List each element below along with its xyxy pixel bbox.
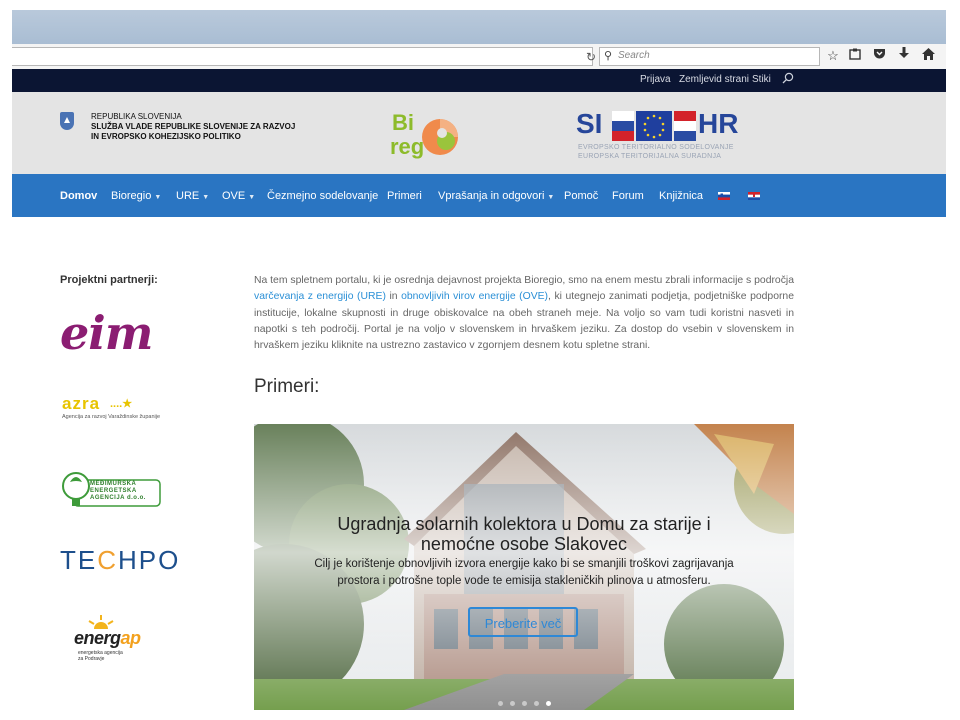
gov-line-2: SLUŽBA VLADE REPUBLIKE SLOVENIJE ZA RAZV… — [91, 122, 296, 131]
intro-text-2: in — [385, 291, 402, 303]
ove-link[interactable]: obnovljivih virov energije (OVE) — [401, 291, 548, 302]
azra-dots: ....★ — [110, 398, 133, 410]
intro-text-1: Na tem spletnem portalu, ki je osrednja … — [254, 275, 794, 286]
nav-label: Čezmejno sodelovanje — [267, 190, 379, 202]
download-icon[interactable] — [895, 47, 913, 65]
star-icon[interactable]: ☆ — [824, 47, 842, 65]
slider-dot[interactable] — [522, 701, 527, 706]
si-hr-programme-logo[interactable]: SI HR EVROPSKO TERITORIALNO SODELOVANJE … — [574, 108, 754, 164]
slovenia-flag-icon[interactable] — [718, 192, 730, 200]
nav-label: Vprašanja in odgovori — [438, 190, 545, 202]
chevron-down-icon: ▼ — [248, 194, 256, 201]
slide-desc-line-1: Cilj je korištenje obnovljivih izvora en… — [314, 558, 734, 570]
chevron-down-icon: ▼ — [154, 194, 162, 201]
browser-search-input[interactable]: ⚲ Search — [599, 47, 820, 66]
nav-item-forum[interactable]: Forum — [612, 190, 644, 202]
gov-line-3: IN EVROPSKO KOHEZIJSKO POLITIKO — [91, 132, 241, 141]
nav-label: Forum — [612, 190, 644, 202]
home-icon[interactable] — [919, 47, 937, 65]
nav-label: Knjižnica — [659, 190, 704, 202]
slide-title-line-1: Ugradnja solarnih kolektora u Domu za st… — [337, 514, 711, 534]
nav-item-knjiznica[interactable]: Knjižnica — [659, 190, 703, 202]
bioregio-bi-text: Bi — [392, 110, 414, 135]
government-logo-text[interactable]: REPUBLIKA SLOVENIJA SLUŽBA VLADE REPUBLI… — [91, 112, 295, 142]
browser-toolbar: ↻ ⚲ Search ☆ — [12, 44, 946, 70]
reload-icon[interactable]: ↻ — [584, 50, 598, 64]
login-link[interactable]: Prijava — [640, 74, 671, 85]
bioregio-logo[interactable]: Bi reg — [390, 108, 462, 162]
search-placeholder: Search — [618, 50, 650, 61]
energap-main-text: energ — [74, 628, 121, 648]
medimurska-logo-text: MEĐIMURSKA ENERGETSKA AGENCIJA d.o.o. — [90, 481, 146, 501]
nav-item-cezmejno-sodelovanje[interactable]: Čezmejno sodelovanje — [267, 190, 378, 202]
partner-logo-azra[interactable]: azra ....★ Agencija za razvoj Varaždinsk… — [60, 394, 164, 428]
section-title-primeri: Primeri: — [254, 376, 320, 397]
croatia-flag-icon[interactable] — [748, 192, 760, 200]
partner-logo-techpo[interactable]: TECHPO — [60, 542, 178, 578]
nav-item-bioregio[interactable]: Bioregio ▼ — [111, 190, 161, 202]
slide-desc-line-2: prostora i potrošne tople vode te emisij… — [337, 575, 711, 587]
chevron-down-icon: ▼ — [547, 194, 555, 201]
contacts-link[interactable]: Stiki — [752, 74, 771, 85]
azra-tagline: Agencija za razvoj Varaždinske županije — [62, 414, 161, 420]
chevron-down-icon: ▼ — [202, 194, 210, 201]
gov-line-1: REPUBLIKA SLOVENIJA — [91, 112, 182, 121]
eim-logo-text: eim — [60, 306, 153, 360]
partner-logo-medimurska[interactable]: MEĐIMURSKA ENERGETSKA AGENCIJA d.o.o. — [60, 466, 162, 508]
nav-item-pomoc[interactable]: Pomoč — [564, 190, 598, 202]
techpo-text-b: HPO — [118, 545, 181, 575]
slovenia-crest-icon — [60, 112, 74, 130]
nav-label: OVE — [222, 190, 246, 202]
sitemap-link[interactable]: Zemljevid strani — [679, 74, 749, 85]
nav-label: Bioregio — [111, 190, 152, 202]
techpo-text-a: TE — [60, 545, 98, 575]
nav-label: Domov — [60, 190, 98, 202]
nav-label: URE — [176, 190, 200, 202]
nav-item-vprasanja[interactable]: Vprašanja in odgovori ▼ — [438, 190, 554, 202]
nav-item-ure[interactable]: URE ▼ — [176, 190, 209, 202]
techpo-text-c: C — [97, 545, 119, 575]
sihr-line-1: EVROPSKO TERITORIALNO SODELOVANJE — [578, 144, 734, 151]
slide-title: Ugradnja solarnih kolektora u Domu za st… — [254, 514, 794, 554]
examples-slider[interactable]: Ugradnja solarnih kolektora u Domu za st… — [254, 424, 794, 710]
site-header: REPUBLIKA SLOVENIJA SLUŽBA VLADE REPUBLI… — [12, 92, 946, 174]
sihr-hr-text: HR — [698, 108, 739, 139]
partner-logo-eim[interactable]: eim — [60, 306, 162, 360]
nav-item-domov[interactable]: Domov — [60, 190, 97, 202]
sun-icon — [88, 615, 114, 629]
intro-paragraph: Na tem spletnem portalu, ki je osrednja … — [254, 273, 794, 354]
search-icon[interactable] — [782, 72, 794, 87]
pocket-icon[interactable] — [870, 47, 888, 65]
sihr-line-2: EUROPSKA TERITORIJALNA SURADNJA — [578, 153, 722, 160]
address-bar[interactable]: ↻ — [12, 47, 596, 66]
energap-tagline-2: za Podravje — [78, 656, 105, 662]
search-icon: ⚲ — [604, 50, 613, 62]
nav-label: Primeri — [387, 190, 422, 202]
partner-logo-energap[interactable]: energap energetska agencija za Podravje — [72, 615, 158, 665]
slider-dot[interactable] — [510, 701, 515, 706]
main-navigation: Domov Bioregio ▼ URE ▼ OVE ▼ Čezmejno sodel… — [12, 174, 946, 217]
slide-title-line-2: nemoćne osobe Slakovec — [420, 534, 628, 554]
slider-dot[interactable] — [546, 701, 551, 706]
read-more-button[interactable]: Preberite več — [468, 607, 578, 637]
azra-logo-text: azra — [62, 394, 101, 413]
nav-label: Pomoč — [564, 190, 599, 202]
slider-dot[interactable] — [534, 701, 539, 706]
nav-item-ove[interactable]: OVE ▼ — [222, 190, 255, 202]
sihr-si-text: SI — [576, 108, 603, 139]
nav-item-primeri[interactable]: Primeri — [387, 190, 422, 202]
energap-ap-text: ap — [120, 628, 142, 648]
ure-link[interactable]: varčevanja z energijo (URE) — [254, 291, 386, 302]
slide-description: Cilj je korištenje obnovljivih izvora en… — [284, 556, 764, 590]
clipboard-icon[interactable] — [846, 47, 864, 65]
browser-title-bar — [12, 10, 946, 44]
partners-title: Projektni partnerji: — [60, 274, 158, 286]
slider-dot[interactable] — [498, 701, 503, 706]
bioregio-reg-text: reg — [390, 134, 425, 159]
flags-eu-icon — [612, 111, 696, 141]
site-top-bar: Prijava Zemljevid strani Stiki — [12, 69, 946, 92]
